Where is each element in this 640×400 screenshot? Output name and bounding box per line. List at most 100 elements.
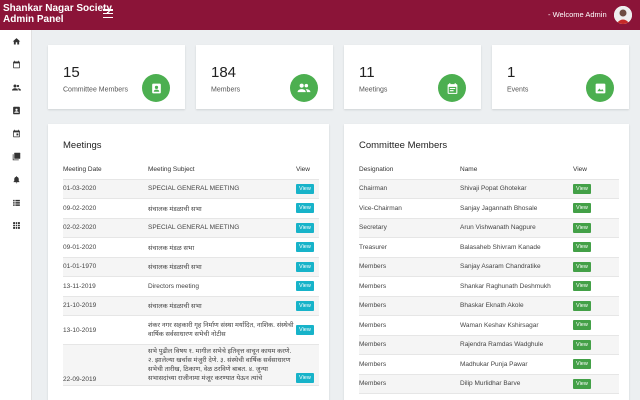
sidebar-item-contacts[interactable] xyxy=(8,102,24,118)
meeting-date: 01-01-1970 xyxy=(63,257,148,277)
view-button[interactable]: View xyxy=(573,222,591,233)
meeting-subject: Directors meeting xyxy=(148,276,296,297)
table-row: 01-03-2020 SPECIAL GENERAL MEETING View xyxy=(63,179,319,199)
event-icon xyxy=(12,129,20,137)
view-button[interactable]: View xyxy=(573,261,591,272)
home-icon xyxy=(12,37,20,44)
photo-library-icon xyxy=(12,152,20,160)
view-button[interactable]: View xyxy=(573,320,591,331)
view-button[interactable]: View xyxy=(296,300,314,311)
designation: Members xyxy=(359,354,460,375)
view-button[interactable]: View xyxy=(296,242,314,253)
col-view: View xyxy=(296,161,319,180)
sidebar-item-list[interactable] xyxy=(8,194,24,210)
table-row: Members Madhukar Punja Pawar View xyxy=(359,354,619,375)
committee-title: Committee Members xyxy=(359,140,448,151)
list-icon xyxy=(12,199,20,206)
designation: Secretary xyxy=(359,218,460,238)
stat-card-members: 184 Members xyxy=(196,45,333,109)
table-row: 09-01-2020 संचालक मंडळ सभा View xyxy=(63,237,319,258)
sidebar-item-people[interactable] xyxy=(8,79,24,95)
meetings-table: Meeting Date Meeting Subject View 01-03-… xyxy=(63,161,319,386)
col-name: Name xyxy=(460,161,573,180)
stat-card-events: 1 Events xyxy=(492,45,629,109)
sidebar-item-calendar[interactable] xyxy=(8,56,24,72)
table-row: Members Rajendra Ramdas Wadghule View xyxy=(359,335,619,355)
meetings-panel: Meetings Meeting Date Meeting Subject Vi… xyxy=(48,124,329,400)
stat-label: Committee Members xyxy=(63,86,128,94)
designation: Members xyxy=(359,276,460,297)
brand-line2: Admin Panel xyxy=(3,14,64,25)
meeting-subject: संचालक मंडळाची सभा xyxy=(148,296,296,316)
table-row: 02-02-2020 SPECIAL GENERAL MEETING View xyxy=(63,218,319,238)
avatar[interactable] xyxy=(614,6,632,24)
bell-icon xyxy=(13,175,19,183)
contact-card-icon xyxy=(142,74,170,102)
meeting-subject: संचालक मंडळाची सभा xyxy=(148,257,296,277)
view-button[interactable]: View xyxy=(573,281,591,292)
meetings-title: Meetings xyxy=(63,140,102,151)
table-row: Members Shankar Raghunath Deshmukh View xyxy=(359,276,619,297)
member-name: Rajendra Ramdas Wadghule xyxy=(460,335,573,355)
sidebar xyxy=(0,30,32,400)
member-name: Waman Keshav Kshirsagar xyxy=(460,315,573,336)
table-row: Members Dilip Murlidhar Barve View xyxy=(359,374,619,394)
table-row: Chairman Shivaji Popat Ghotekar View xyxy=(359,179,619,199)
sidebar-item-home[interactable] xyxy=(8,33,24,49)
member-name: Shivaji Popat Ghotekar xyxy=(460,179,573,199)
meeting-date: 09-02-2020 xyxy=(63,198,148,219)
meeting-date: 01-03-2020 xyxy=(63,179,148,199)
designation: Members xyxy=(359,296,460,316)
sidebar-item-events[interactable] xyxy=(8,125,24,141)
welcome-text: - Welcome Admin xyxy=(548,10,607,19)
event-icon xyxy=(438,74,466,102)
stat-card-meetings: 11 Meetings xyxy=(344,45,481,109)
sidebar-item-grid[interactable] xyxy=(8,217,24,233)
meeting-subject: शंकर नगर सहकारी गृह निर्माण संस्था मर्या… xyxy=(148,315,296,345)
designation: Chairman xyxy=(359,179,460,199)
view-button[interactable]: View xyxy=(296,281,314,292)
designation: Members xyxy=(359,315,460,336)
designation: Members xyxy=(359,335,460,355)
view-button[interactable]: View xyxy=(573,203,591,214)
committee-table: Designation Name View Chairman Shivaji P… xyxy=(359,161,619,394)
brand[interactable]: Shankar Nagar Society Admin Panel xyxy=(3,3,112,25)
view-button[interactable]: View xyxy=(573,242,591,253)
col-meeting-subject: Meeting Subject xyxy=(148,161,296,180)
member-name: Balasaheb Shivram Kanade xyxy=(460,237,573,258)
view-button[interactable]: View xyxy=(573,300,591,311)
view-button[interactable]: View xyxy=(296,183,314,194)
col-view: View xyxy=(573,161,619,180)
view-button[interactable]: View xyxy=(296,203,314,214)
photo-icon xyxy=(586,74,614,102)
table-row: 13-10-2019 शंकर नगर सहकारी गृह निर्माण स… xyxy=(63,315,319,345)
meeting-date: 13-10-2019 xyxy=(63,315,148,345)
view-button[interactable]: View xyxy=(296,325,314,335)
view-button[interactable]: View xyxy=(296,222,314,233)
table-row: Vice-Chairman Sanjay Jagannath Bhosale V… xyxy=(359,198,619,219)
table-row: 09-02-2020 संचालक मंडळाची सभा View xyxy=(63,198,319,219)
sidebar-item-notifications[interactable] xyxy=(8,171,24,187)
table-row: Secretary Arun Vishwanath Nagpure View xyxy=(359,218,619,238)
view-button[interactable]: View xyxy=(296,261,314,272)
table-row: 22-09-2019 सभे पुढील विषय १. मागील सभेचे… xyxy=(63,344,319,386)
view-button[interactable]: View xyxy=(573,339,591,350)
view-button[interactable]: View xyxy=(296,373,314,383)
contact-icon xyxy=(12,106,20,114)
people-icon xyxy=(290,74,318,102)
view-button[interactable]: View xyxy=(573,183,591,194)
stat-value: 1 xyxy=(507,64,516,81)
meeting-date: 21-10-2019 xyxy=(63,296,148,316)
stat-value: 15 xyxy=(63,64,80,81)
hamburger-menu-icon[interactable] xyxy=(103,9,113,21)
view-button[interactable]: View xyxy=(573,378,591,389)
table-row: 21-10-2019 संचालक मंडळाची सभा View xyxy=(63,296,319,316)
col-designation: Designation xyxy=(359,161,460,180)
sidebar-item-gallery[interactable] xyxy=(8,148,24,164)
stat-label: Events xyxy=(507,86,529,94)
table-row: Members Waman Keshav Kshirsagar View xyxy=(359,315,619,336)
meeting-date: 22-09-2019 xyxy=(63,344,148,386)
meeting-subject: संचालक मंडळ सभा xyxy=(148,237,296,258)
member-name: Shankar Raghunath Deshmukh xyxy=(460,276,573,297)
view-button[interactable]: View xyxy=(573,359,591,370)
